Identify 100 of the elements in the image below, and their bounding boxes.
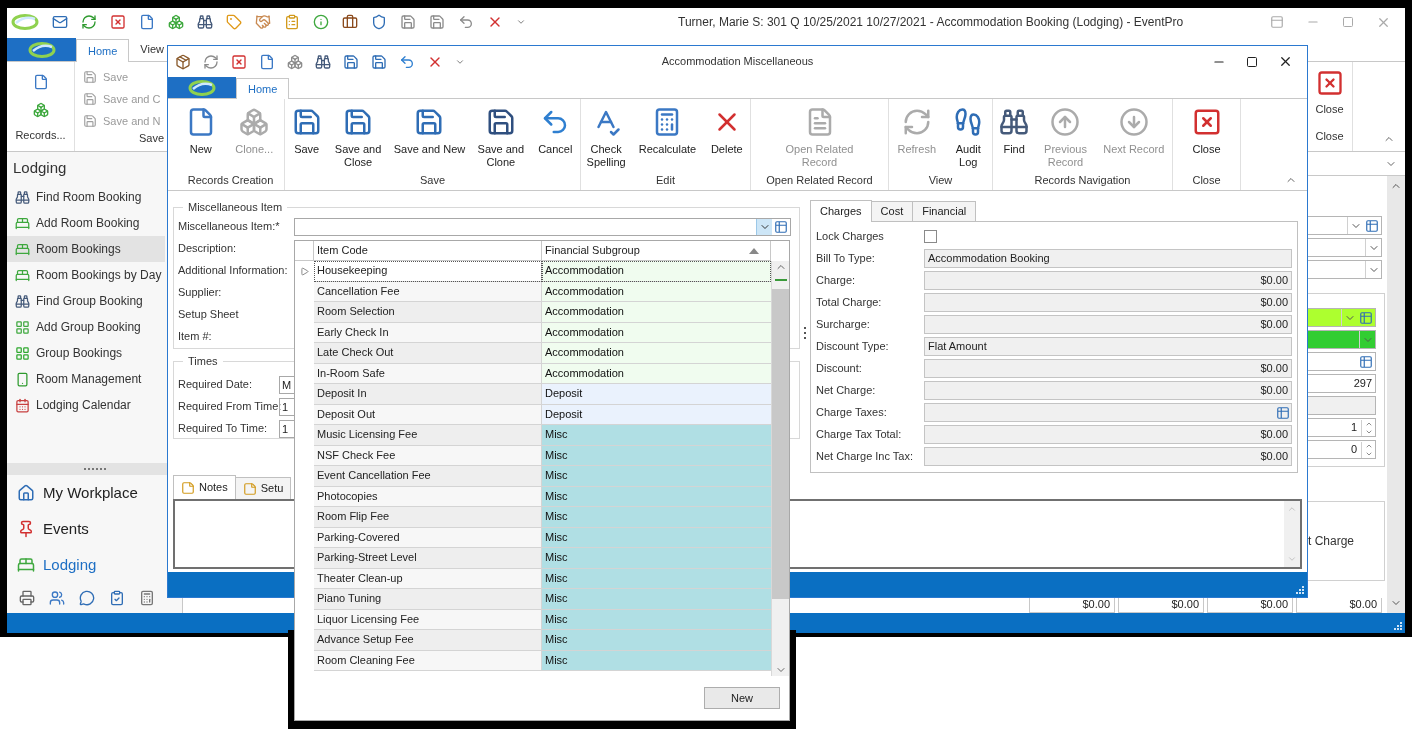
table-cell[interactable]: Cancellation Fee: [314, 281, 542, 302]
lookup-icon[interactable]: [1359, 310, 1373, 325]
app-menu-tab[interactable]: [7, 38, 76, 61]
people-icon[interactable]: [49, 590, 65, 606]
ribbon-button[interactable]: Save and Clone: [472, 107, 529, 169]
undo-icon[interactable]: [458, 14, 474, 30]
table-cell[interactable]: Misc: [542, 507, 771, 528]
sidebar-item[interactable]: Group Bookings: [7, 340, 165, 366]
column-header[interactable]: Item Code: [314, 241, 542, 260]
undo-icon[interactable]: [399, 53, 415, 70]
cubes-icon[interactable]: [32, 102, 49, 118]
table-cell[interactable]: Parking-Covered: [314, 527, 542, 548]
page-icon[interactable]: [259, 53, 275, 70]
lookup-icon[interactable]: [1359, 354, 1373, 369]
ribbon-button[interactable]: Close: [1185, 107, 1228, 156]
binoculars-icon[interactable]: [197, 14, 213, 30]
ribbon-button[interactable]: Save and Close: [330, 107, 387, 169]
table-cell[interactable]: Deposit: [542, 384, 771, 405]
input-field[interactable]: $0.00: [924, 447, 1292, 466]
caret-icon[interactable]: [516, 17, 526, 27]
column-header[interactable]: Financial Subgroup: [542, 241, 771, 260]
briefcase-icon[interactable]: [342, 14, 358, 30]
bag-icon[interactable]: [175, 53, 191, 70]
input-field[interactable]: $0.00: [924, 425, 1292, 444]
calculator-icon[interactable]: [139, 590, 155, 606]
tab[interactable]: Financial: [912, 201, 977, 221]
new-button[interactable]: New: [704, 687, 780, 709]
table-cell[interactable]: Accommodation: [542, 261, 771, 282]
sidebar-item[interactable]: Add Room Booking: [7, 210, 165, 236]
cubes-icon[interactable]: [287, 53, 303, 70]
tab[interactable]: Notes: [173, 475, 236, 499]
ribbon-tab[interactable]: Home: [236, 78, 290, 99]
table-cell[interactable]: Accommodation: [542, 302, 771, 323]
chat-icon[interactable]: [79, 590, 95, 606]
dropdown-button[interactable]: [756, 218, 772, 235]
mail-icon[interactable]: [52, 14, 68, 30]
lookup-icon[interactable]: [1276, 405, 1290, 420]
input-field[interactable]: [924, 403, 1292, 422]
input-field[interactable]: $0.00: [924, 381, 1292, 400]
input-field[interactable]: Flat Amount: [924, 337, 1292, 356]
table-cell[interactable]: Piano Tuning: [314, 589, 542, 610]
close-icon[interactable]: [1278, 54, 1293, 69]
scrollbar[interactable]: [771, 261, 789, 676]
nav-item[interactable]: Events: [7, 511, 165, 547]
scrollbar[interactable]: [1284, 501, 1300, 567]
column-header[interactable]: t Charge: [1307, 532, 1354, 550]
ribbon-button[interactable]: Save and New: [389, 107, 470, 156]
lookup-icon[interactable]: [1365, 218, 1379, 233]
refresh-icon[interactable]: [81, 14, 97, 30]
table-cell[interactable]: Misc: [542, 650, 771, 671]
table-cell[interactable]: Deposit: [542, 404, 771, 425]
table-cell[interactable]: Misc: [542, 589, 771, 610]
table-cell[interactable]: Room Selection: [314, 302, 542, 323]
shield-icon[interactable]: [371, 14, 387, 30]
page-icon[interactable]: [32, 74, 49, 90]
sidebar-item[interactable]: Add Group Booking: [7, 314, 165, 340]
ribbon-button[interactable]: Delete: [703, 107, 750, 156]
sidebar-item[interactable]: Room Management: [7, 366, 165, 392]
table-cell[interactable]: Parking-Street Level: [314, 548, 542, 569]
tab[interactable]: Cost: [870, 201, 914, 221]
table-cell[interactable]: Misc: [542, 548, 771, 569]
table-cell[interactable]: Event Cancellation Fee: [314, 466, 542, 487]
sidebar-item[interactable]: Find Room Booking: [7, 184, 165, 210]
dropdown-button[interactable]: [1365, 261, 1381, 278]
table-cell[interactable]: Theater Clean-up: [314, 568, 542, 589]
table-cell[interactable]: Early Check In: [314, 322, 542, 343]
dropdown-button[interactable]: [1341, 309, 1357, 326]
scrollbar[interactable]: [1387, 176, 1405, 613]
sidebar-item[interactable]: Lodging Calendar: [7, 392, 165, 418]
table-cell[interactable]: Misc: [542, 486, 771, 507]
resize-grip-icon[interactable]: [1394, 622, 1402, 630]
dropdown-button[interactable]: [1347, 217, 1363, 234]
info-icon[interactable]: [313, 14, 329, 30]
table-cell[interactable]: NSF Check Fee: [314, 445, 542, 466]
sidebar-item[interactable]: Find Group Booking: [7, 288, 165, 314]
dropdown-button[interactable]: [1365, 239, 1381, 256]
input-field[interactable]: $0.00: [924, 293, 1292, 312]
combo-box[interactable]: [294, 217, 791, 236]
ribbon-button[interactable]: Audit Log: [948, 107, 989, 169]
sidebar-item[interactable]: Room Bookings by Day: [7, 262, 165, 288]
table-cell[interactable]: In-Room Safe: [314, 363, 542, 384]
clipboard-icon[interactable]: [284, 14, 300, 30]
table-cell[interactable]: Accommodation: [542, 281, 771, 302]
tab[interactable]: Setu: [234, 477, 292, 499]
table-cell[interactable]: Late Check Out: [314, 343, 542, 364]
ribbon-button[interactable]: Save: [286, 107, 327, 156]
lookup-icon[interactable]: [774, 219, 788, 234]
clipboard-icon[interactable]: [109, 590, 125, 606]
ribbon-button[interactable]: Cancel: [532, 107, 579, 156]
table-cell[interactable]: Music Licensing Fee: [314, 425, 542, 446]
save-icon[interactable]: [429, 14, 445, 30]
table-cell[interactable]: Misc: [542, 466, 771, 487]
input-field[interactable]: $0.00: [924, 359, 1292, 378]
maximize-icon[interactable]: [1246, 55, 1258, 68]
pin-window-icon[interactable]: [1270, 15, 1284, 29]
table-cell[interactable]: Misc: [542, 630, 771, 651]
tab[interactable]: Charges: [810, 200, 872, 222]
nav-item[interactable]: Lodging: [7, 547, 165, 583]
table-cell[interactable]: Misc: [542, 527, 771, 548]
cubes-icon[interactable]: [168, 14, 184, 30]
